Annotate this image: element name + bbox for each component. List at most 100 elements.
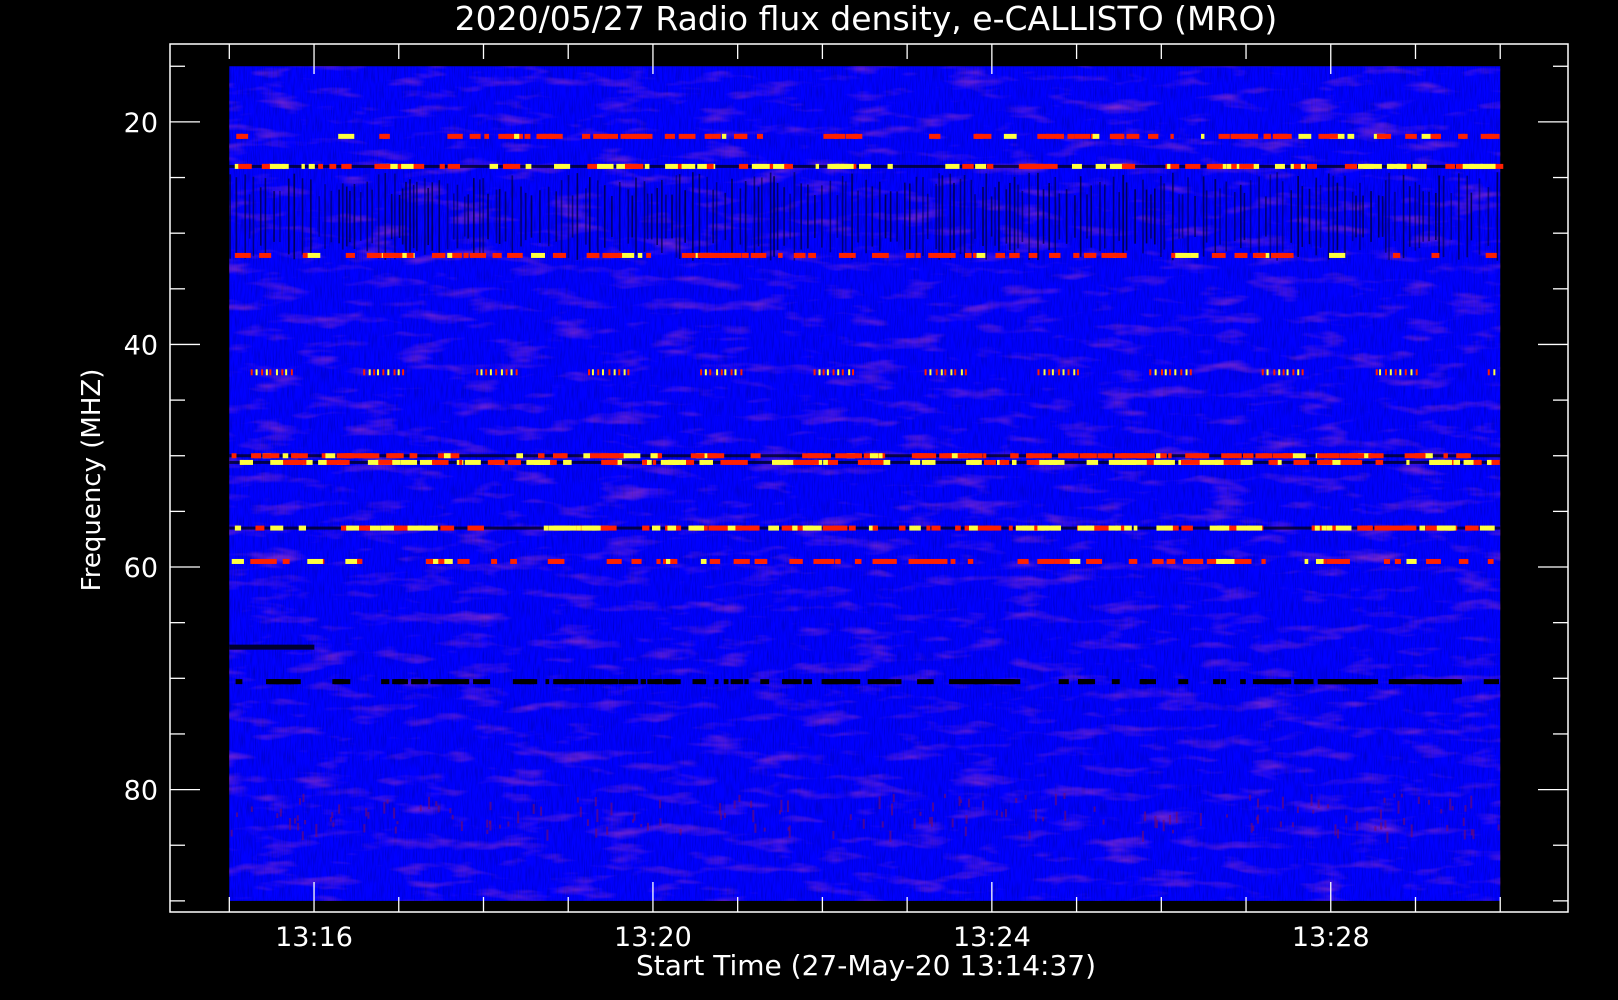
band-mark (380, 525, 396, 531)
band-mark (1268, 459, 1278, 465)
band-mark (1386, 525, 1391, 531)
stripe-mark (844, 181, 847, 252)
band-mark (1479, 525, 1495, 531)
band-mark (1026, 459, 1040, 465)
band-mark (374, 163, 391, 169)
band-mark (1472, 829, 1475, 840)
band-mark (975, 133, 983, 139)
band-mark (665, 133, 675, 139)
band-mark (1380, 822, 1383, 830)
band-mark (656, 558, 661, 564)
band-mark (1446, 824, 1449, 832)
band-mark (507, 459, 521, 465)
band-mark (593, 133, 608, 139)
band-mark (876, 679, 888, 685)
band-mark (1312, 809, 1315, 814)
stripe-mark (1037, 172, 1039, 261)
band-mark (1375, 459, 1384, 465)
band-mark (967, 798, 970, 808)
band-mark (1405, 525, 1417, 531)
stripe-mark (453, 193, 455, 240)
band-mark (279, 808, 282, 817)
stripe-mark (571, 195, 574, 238)
band-mark (843, 679, 855, 685)
band-mark (719, 813, 722, 820)
band-mark (250, 806, 253, 812)
band-mark (1307, 163, 1317, 169)
band-mark (878, 796, 881, 810)
stripe-mark (1487, 187, 1490, 246)
stripe-mark (318, 196, 320, 237)
band-mark (841, 369, 844, 376)
stripe-mark (665, 194, 667, 239)
band-mark (1004, 808, 1007, 818)
stripe-mark (603, 185, 606, 248)
stripe-mark (985, 173, 988, 260)
band-mark (688, 525, 704, 531)
stripe-mark (588, 177, 591, 256)
band-mark (738, 163, 749, 169)
stripe-mark (821, 185, 823, 248)
band-mark (431, 252, 446, 258)
band-mark (1028, 830, 1031, 839)
band-mark (928, 252, 941, 258)
stripe-mark (324, 184, 326, 249)
band-mark (419, 804, 422, 812)
band-mark (1077, 525, 1095, 531)
stripe-mark (1042, 189, 1045, 244)
band-mark (1391, 679, 1407, 685)
stripe-mark (1315, 177, 1318, 256)
band-mark (665, 679, 681, 685)
band-mark (363, 453, 375, 459)
band-mark (909, 525, 921, 531)
band-mark (1298, 133, 1312, 139)
band-mark (1211, 252, 1226, 258)
stripe-mark (1219, 188, 1221, 245)
band-mark (910, 459, 921, 465)
stripe-mark (1086, 194, 1088, 239)
band-mark (1406, 459, 1410, 465)
band-mark (803, 679, 813, 685)
band-mark (1144, 811, 1147, 822)
band-mark (1027, 525, 1040, 531)
band-mark (1015, 525, 1029, 531)
band-mark (597, 163, 614, 169)
band-mark (344, 453, 360, 459)
band-mark (393, 369, 396, 376)
stripe-mark (692, 172, 694, 261)
band-mark (932, 802, 935, 812)
band-mark (231, 558, 244, 564)
band-mark (393, 525, 404, 531)
band-mark (1273, 252, 1290, 258)
stripe-mark (1362, 195, 1364, 238)
band-mark (1292, 453, 1306, 459)
band-mark (1069, 453, 1079, 459)
stripe-mark (789, 193, 791, 240)
stripe-mark (1265, 196, 1267, 237)
band-mark (650, 453, 658, 459)
band-mark (1282, 369, 1285, 376)
band-mark (778, 252, 783, 258)
stripe-mark (1112, 176, 1115, 257)
band-mark (1037, 369, 1040, 376)
band-mark (1010, 453, 1019, 459)
x-axis-label: Start Time (27-May-20 13:14:37) (636, 949, 1096, 982)
band-mark (738, 794, 741, 802)
stripe-mark (1125, 182, 1128, 251)
stripe-mark (446, 183, 449, 250)
band-mark (365, 807, 368, 817)
band-mark (259, 252, 272, 258)
band-mark (793, 679, 802, 685)
band-mark (377, 369, 380, 376)
band-mark (730, 679, 744, 685)
stripe-mark (915, 176, 918, 257)
band-mark (718, 252, 735, 258)
band-mark (1358, 163, 1374, 169)
band-mark (750, 252, 767, 258)
band-mark (1383, 558, 1391, 564)
band-mark (1206, 558, 1217, 564)
band-mark (318, 459, 327, 465)
stripe-mark (1435, 192, 1437, 240)
band-mark (261, 369, 264, 376)
stripe-mark (229, 174, 231, 259)
